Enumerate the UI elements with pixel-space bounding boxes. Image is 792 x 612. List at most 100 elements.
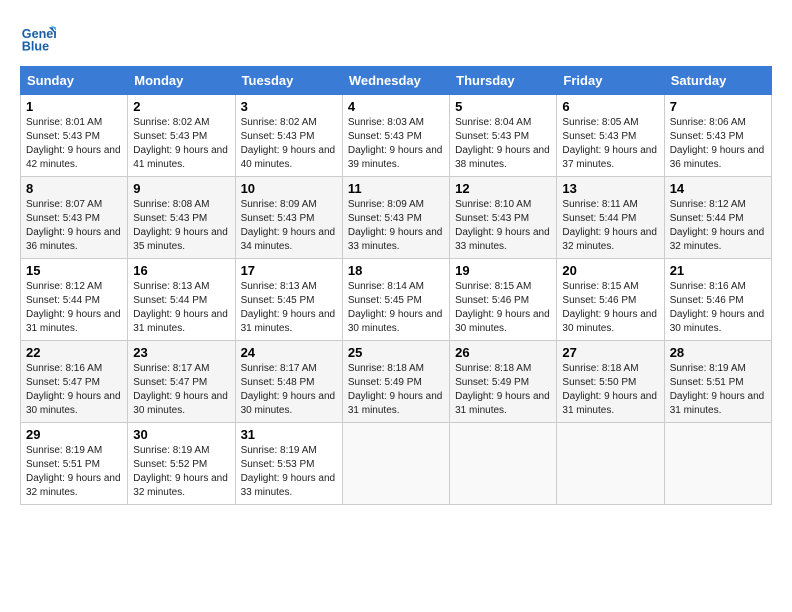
day-number: 15 [26,263,122,278]
calendar-table: SundayMondayTuesdayWednesdayThursdayFrid… [20,66,772,505]
calendar-cell: 8Sunrise: 8:07 AMSunset: 5:43 PMDaylight… [21,177,128,259]
calendar-cell: 24Sunrise: 8:17 AMSunset: 5:48 PMDayligh… [235,341,342,423]
day-number: 2 [133,99,229,114]
calendar-cell: 30 Sunrise: 8:19 AMSunset: 5:52 PMDayligh… [128,423,235,505]
calendar-week-row: 15 Sunrise: 8:12 AMSunset: 5:44 PMDayligh… [21,259,772,341]
day-number: 18 [348,263,444,278]
calendar-week-row: 1Sunrise: 8:01 AMSunset: 5:43 PMDaylight… [21,95,772,177]
day-number: 3 [241,99,337,114]
calendar-cell: 11 Sunrise: 8:09 AMSunset: 5:43 PMDayligh… [342,177,449,259]
day-info: Sunrise: 8:12 AMSunset: 5:44 PMDaylight:… [26,280,122,336]
calendar-cell [664,423,771,505]
calendar-cell: 6 Sunrise: 8:05 AMSunset: 5:43 PMDaylight… [557,95,664,177]
calendar-cell: 25 Sunrise: 8:18 AMSunset: 5:49 PMDayligh… [342,341,449,423]
day-number: 13 [562,181,658,196]
calendar-cell: 14Sunrise: 8:12 AMSunset: 5:44 PMDayligh… [664,177,771,259]
day-number: 25 [348,345,444,360]
day-info: Sunrise: 8:10 AMSunset: 5:43 PMDaylight:… [455,198,551,254]
calendar-cell: 17 Sunrise: 8:13 AMSunset: 5:45 PMDayligh… [235,259,342,341]
calendar-cell [557,423,664,505]
day-number: 29 [26,427,122,442]
day-info: Sunrise: 8:04 AMSunset: 5:43 PMDaylight:… [455,116,551,172]
calendar-cell: 2 Sunrise: 8:02 AMSunset: 5:43 PMDaylight… [128,95,235,177]
calendar-cell: 19 Sunrise: 8:15 AMSunset: 5:46 PMDayligh… [450,259,557,341]
logo-icon: General Blue [20,20,56,56]
day-number: 7 [670,99,766,114]
day-info: Sunrise: 8:11 AMSunset: 5:44 PMDaylight:… [562,198,658,254]
calendar-cell: 9 Sunrise: 8:08 AMSunset: 5:43 PMDaylight… [128,177,235,259]
day-number: 1 [26,99,122,114]
calendar-cell: 26 Sunrise: 8:18 AMSunset: 5:49 PMDayligh… [450,341,557,423]
weekday-header-thursday: Thursday [450,67,557,95]
day-info: Sunrise: 8:18 AMSunset: 5:49 PMDaylight:… [348,362,444,418]
day-number: 19 [455,263,551,278]
day-number: 22 [26,345,122,360]
day-number: 20 [562,263,658,278]
calendar-cell: 5 Sunrise: 8:04 AMSunset: 5:43 PMDaylight… [450,95,557,177]
day-info: Sunrise: 8:17 AMSunset: 5:47 PMDaylight:… [133,362,229,418]
day-info: Sunrise: 8:09 AMSunset: 5:43 PMDaylight:… [348,198,444,254]
calendar-cell: 3 Sunrise: 8:02 AMSunset: 5:43 PMDaylight… [235,95,342,177]
day-number: 11 [348,181,444,196]
day-number: 31 [241,427,337,442]
weekday-header-tuesday: Tuesday [235,67,342,95]
day-info: Sunrise: 8:03 AMSunset: 5:43 PMDaylight:… [348,116,444,172]
day-info: Sunrise: 8:19 AMSunset: 5:51 PMDaylight:… [26,444,122,500]
day-number: 28 [670,345,766,360]
calendar-cell: 23 Sunrise: 8:17 AMSunset: 5:47 PMDayligh… [128,341,235,423]
weekday-header-monday: Monday [128,67,235,95]
calendar-cell: 27Sunrise: 8:18 AMSunset: 5:50 PMDayligh… [557,341,664,423]
calendar-cell: 13 Sunrise: 8:11 AMSunset: 5:44 PMDayligh… [557,177,664,259]
day-number: 26 [455,345,551,360]
day-number: 6 [562,99,658,114]
day-info: Sunrise: 8:15 AMSunset: 5:46 PMDaylight:… [455,280,551,336]
calendar-cell [450,423,557,505]
calendar-cell: 7Sunrise: 8:06 AMSunset: 5:43 PMDaylight… [664,95,771,177]
day-info: Sunrise: 8:19 AMSunset: 5:51 PMDaylight:… [670,362,766,418]
logo: General Blue [20,20,60,56]
day-number: 23 [133,345,229,360]
day-number: 12 [455,181,551,196]
calendar-cell: 10 Sunrise: 8:09 AMSunset: 5:43 PMDayligh… [235,177,342,259]
day-info: Sunrise: 8:18 AMSunset: 5:49 PMDaylight:… [455,362,551,418]
day-number: 27 [562,345,658,360]
calendar-cell: 16Sunrise: 8:13 AMSunset: 5:44 PMDayligh… [128,259,235,341]
calendar-cell: 12 Sunrise: 8:10 AMSunset: 5:43 PMDayligh… [450,177,557,259]
day-info: Sunrise: 8:19 AMSunset: 5:53 PMDaylight:… [241,444,337,500]
calendar-week-row: 22Sunrise: 8:16 AMSunset: 5:47 PMDayligh… [21,341,772,423]
weekday-header-wednesday: Wednesday [342,67,449,95]
weekday-header-saturday: Saturday [664,67,771,95]
day-number: 9 [133,181,229,196]
day-number: 14 [670,181,766,196]
day-number: 10 [241,181,337,196]
day-info: Sunrise: 8:08 AMSunset: 5:43 PMDaylight:… [133,198,229,254]
day-number: 30 [133,427,229,442]
day-number: 17 [241,263,337,278]
day-info: Sunrise: 8:13 AMSunset: 5:45 PMDaylight:… [241,280,337,336]
day-info: Sunrise: 8:05 AMSunset: 5:43 PMDaylight:… [562,116,658,172]
calendar-cell: 20 Sunrise: 8:15 AMSunset: 5:46 PMDayligh… [557,259,664,341]
calendar-cell: 18 Sunrise: 8:14 AMSunset: 5:45 PMDayligh… [342,259,449,341]
day-number: 5 [455,99,551,114]
day-info: Sunrise: 8:19 AMSunset: 5:52 PMDaylight:… [133,444,229,500]
day-number: 16 [133,263,229,278]
day-info: Sunrise: 8:02 AMSunset: 5:43 PMDaylight:… [241,116,337,172]
calendar-cell: 22Sunrise: 8:16 AMSunset: 5:47 PMDayligh… [21,341,128,423]
day-number: 21 [670,263,766,278]
day-info: Sunrise: 8:16 AMSunset: 5:46 PMDaylight:… [670,280,766,336]
day-info: Sunrise: 8:17 AMSunset: 5:48 PMDaylight:… [241,362,337,418]
calendar-week-row: 8Sunrise: 8:07 AMSunset: 5:43 PMDaylight… [21,177,772,259]
calendar-cell: 4Sunrise: 8:03 AMSunset: 5:43 PMDaylight… [342,95,449,177]
calendar-cell: 15 Sunrise: 8:12 AMSunset: 5:44 PMDayligh… [21,259,128,341]
calendar-cell: 29 Sunrise: 8:19 AMSunset: 5:51 PMDayligh… [21,423,128,505]
day-info: Sunrise: 8:15 AMSunset: 5:46 PMDaylight:… [562,280,658,336]
calendar-cell: 31 Sunrise: 8:19 AMSunset: 5:53 PMDayligh… [235,423,342,505]
calendar-body: 1Sunrise: 8:01 AMSunset: 5:43 PMDaylight… [21,95,772,505]
day-number: 8 [26,181,122,196]
calendar-cell [342,423,449,505]
weekday-header-sunday: Sunday [21,67,128,95]
day-info: Sunrise: 8:09 AMSunset: 5:43 PMDaylight:… [241,198,337,254]
day-info: Sunrise: 8:14 AMSunset: 5:45 PMDaylight:… [348,280,444,336]
day-info: Sunrise: 8:02 AMSunset: 5:43 PMDaylight:… [133,116,229,172]
calendar-week-row: 29 Sunrise: 8:19 AMSunset: 5:51 PMDayligh… [21,423,772,505]
